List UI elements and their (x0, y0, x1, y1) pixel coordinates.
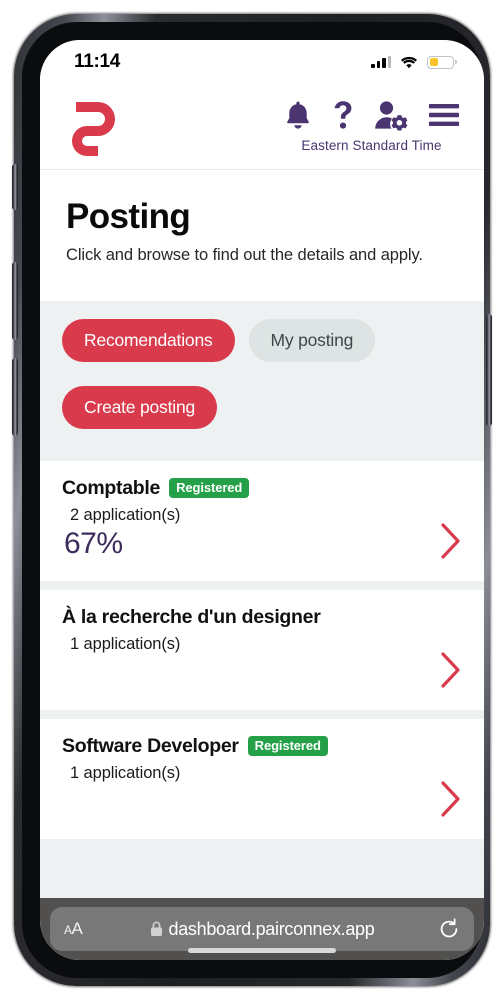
phone-screen: 11:14 Eastern Standard Time Posting Clic… (40, 40, 484, 960)
chevron-right-icon[interactable] (440, 651, 462, 688)
posting-list: Comptable Registered 2 application(s) 67… (40, 453, 484, 839)
status-bar-indicators (371, 55, 457, 69)
reload-icon[interactable] (438, 918, 460, 940)
posting-match-percent: 67% (64, 526, 123, 560)
browser-toolbar: AA dashboard.pairconnex.app (40, 898, 484, 960)
posting-card-comptable[interactable]: Comptable Registered 2 application(s) 67… (40, 460, 484, 581)
notifications-bell-icon[interactable] (283, 99, 313, 131)
posting-applications-count: 2 application(s) (70, 505, 181, 524)
tab-recomendations[interactable]: Recomendations (62, 318, 235, 362)
phone-bezel: 11:14 Eastern Standard Time Posting Clic… (22, 22, 484, 978)
chevron-right-icon[interactable] (440, 780, 462, 817)
posting-card-designer[interactable]: À la recherche d'un designer 1 applicati… (40, 589, 484, 710)
tab-my-posting[interactable]: My posting (248, 318, 376, 362)
home-indicator (188, 948, 336, 953)
posting-title: Software Developer (62, 734, 239, 757)
status-bar-clock: 11:14 (74, 51, 121, 72)
status-badge: Registered (247, 736, 328, 756)
filter-chip-group: Recomendations My posting Create posting (40, 301, 484, 453)
screenshot-stage: 11:14 Eastern Standard Time Posting Clic… (0, 0, 504, 1000)
header-right-group: Eastern Standard Time (283, 90, 460, 153)
address-bar[interactable]: AA dashboard.pairconnex.app (50, 907, 474, 951)
text-size-button[interactable]: AA (64, 919, 83, 939)
posting-title: Comptable (62, 476, 161, 499)
status-bar: 11:14 (40, 40, 484, 84)
posting-card-software-developer[interactable]: Software Developer Registered 1 applicat… (40, 718, 484, 839)
url-text: dashboard.pairconnex.app (168, 918, 375, 939)
hamburger-menu-icon[interactable] (428, 102, 460, 128)
posting-applications-count: 1 application(s) (70, 763, 181, 782)
battery-low-icon (427, 55, 457, 69)
lock-icon (150, 921, 162, 936)
posting-applications-count: 1 application(s) (70, 634, 181, 653)
volume-up-button[interactable] (12, 262, 18, 340)
mute-switch-button[interactable] (12, 164, 18, 210)
page-title-block: Posting Click and browse to find out the… (40, 170, 484, 301)
user-settings-icon[interactable] (373, 99, 409, 131)
address-bar-center: dashboard.pairconnex.app (50, 919, 474, 940)
page-title: Posting (66, 197, 191, 236)
posting-title: À la recherche d'un designer (62, 605, 321, 628)
posting-card-header: Software Developer Registered (62, 735, 464, 758)
status-badge: Registered (169, 478, 250, 498)
volume-down-button[interactable] (12, 358, 18, 436)
chevron-right-icon[interactable] (440, 522, 462, 559)
wifi-icon (401, 56, 417, 68)
page-subtitle: Click and browse to find out the details… (66, 245, 423, 264)
app-header: Eastern Standard Time (40, 84, 484, 170)
power-button[interactable] (486, 314, 492, 426)
posting-card-header: À la recherche d'un designer (62, 606, 464, 629)
pairconnex-logo (72, 102, 115, 156)
cellular-signal-icon (371, 56, 391, 68)
create-posting-button[interactable]: Create posting (62, 385, 218, 429)
help-question-icon[interactable] (332, 99, 354, 131)
timezone-label: Eastern Standard Time (301, 138, 442, 153)
main-content: Recomendations My posting Create posting… (40, 300, 484, 960)
header-icon-row (283, 90, 460, 140)
phone-frame: 11:14 Eastern Standard Time Posting Clic… (12, 14, 492, 986)
posting-card-header: Comptable Registered (62, 477, 464, 500)
